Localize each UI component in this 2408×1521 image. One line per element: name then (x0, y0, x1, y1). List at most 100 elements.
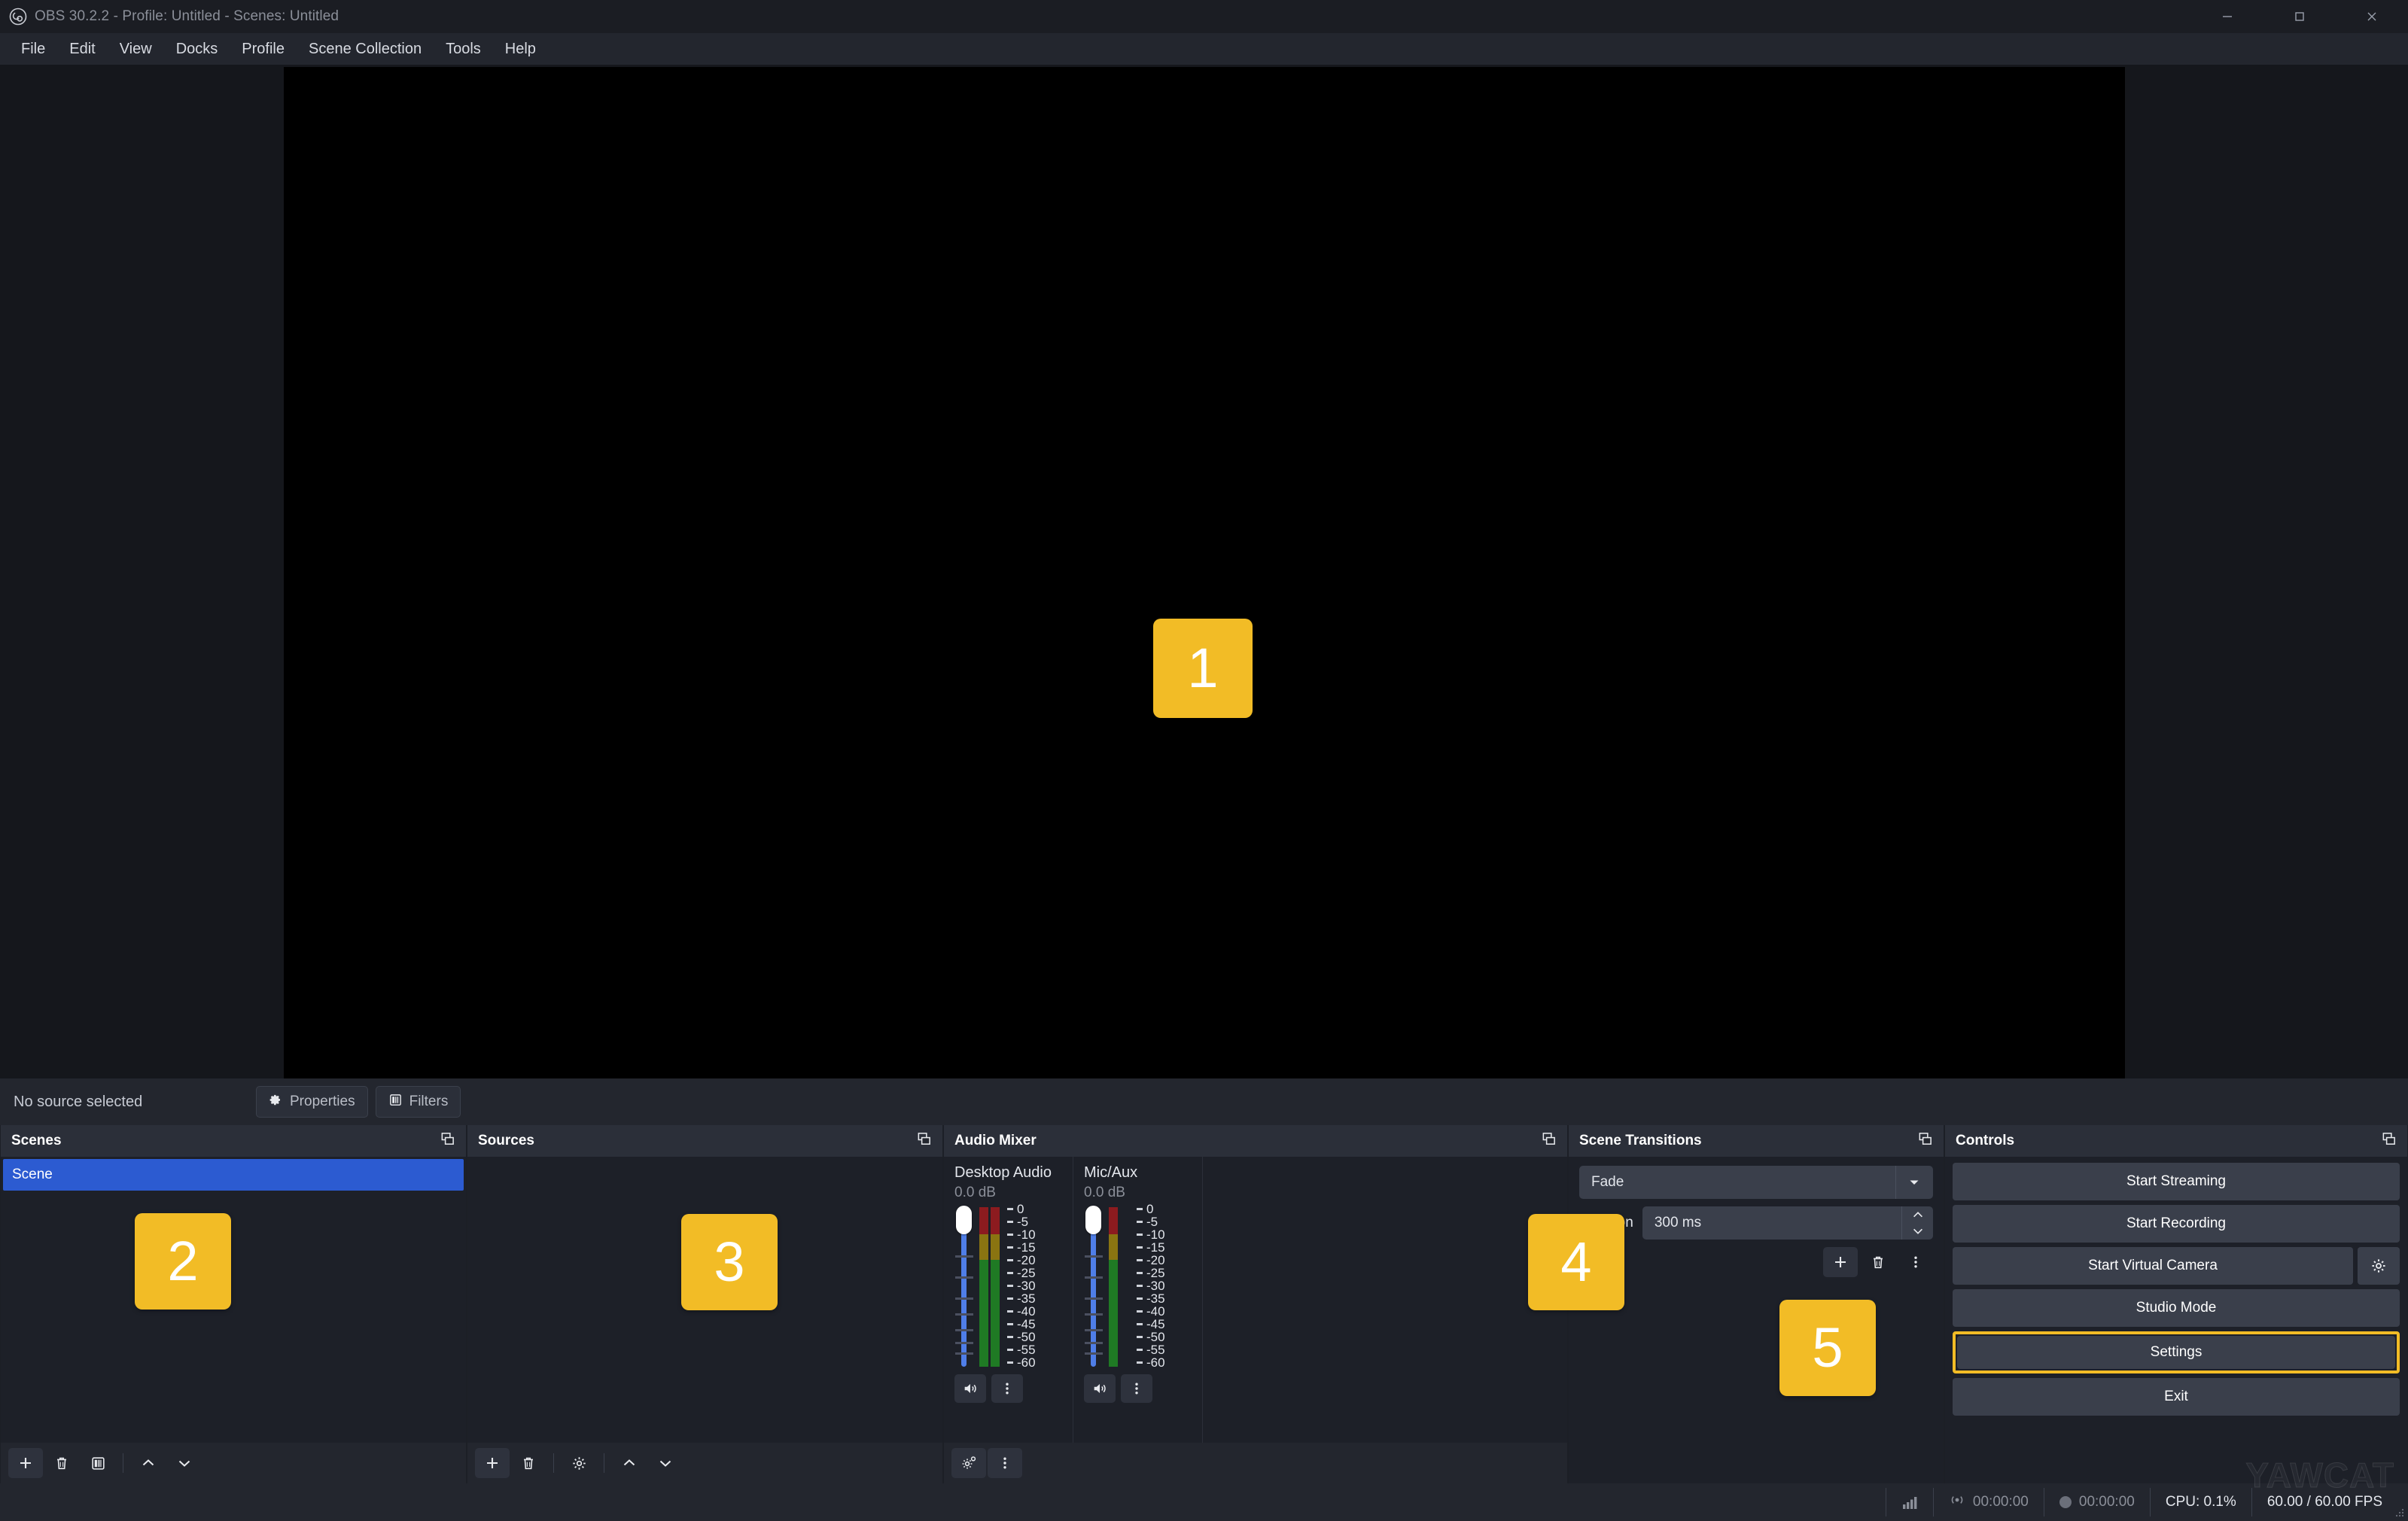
chevron-up-icon[interactable] (1902, 1206, 1933, 1223)
advanced-audio-properties-button[interactable] (951, 1448, 986, 1478)
settings-button[interactable]: Settings (1957, 1336, 2395, 1369)
scenes-dock-header: Scenes (1, 1125, 466, 1157)
chevron-down-icon[interactable] (1895, 1166, 1932, 1199)
audio-mixer-menu-button[interactable] (988, 1448, 1022, 1478)
move-scene-up-button[interactable] (131, 1448, 166, 1478)
vu-meter (1109, 1207, 1130, 1367)
menu-item-edit[interactable]: Edit (59, 35, 105, 63)
dock-row: Scenes Scene 2 Sources 3 Audio Mixer Des… (0, 1125, 2408, 1483)
menu-item-tools[interactable]: Tools (435, 35, 492, 63)
scene-transitions-dock-header: Scene Transitions (1569, 1125, 1944, 1157)
fps-status: 60.00 / 60.00 FPS (2251, 1488, 2397, 1516)
source-strip-buttons: Properties Filters (256, 1086, 461, 1118)
channel-buttons (1084, 1374, 1202, 1403)
volume-fader[interactable] (954, 1206, 974, 1367)
preview-canvas[interactable] (284, 67, 2125, 1101)
channel-buttons (954, 1374, 1073, 1403)
kebab-menu-icon[interactable] (1121, 1374, 1152, 1403)
scenes-list[interactable]: Scene 2 (1, 1157, 466, 1443)
source-properties-button[interactable] (562, 1448, 596, 1478)
source-toolbar-strip: No source selected Properties Filters (0, 1078, 2408, 1125)
transition-menu-button[interactable] (1898, 1247, 1933, 1277)
channel-volume-db: 0.0 dB (1084, 1185, 1125, 1200)
maximize-icon[interactable] (2263, 0, 2336, 33)
studio-mode-button[interactable]: Studio Mode (1953, 1289, 2400, 1327)
exit-button[interactable]: Exit (1953, 1378, 2400, 1416)
window-controls (2191, 0, 2408, 33)
minimize-icon[interactable] (2191, 0, 2263, 33)
start-recording-button[interactable]: Start Recording (1953, 1205, 2400, 1243)
volume-fader[interactable] (1084, 1206, 1104, 1367)
stream-status: 00:00:00 (1932, 1488, 2044, 1516)
vu-scale: 0 -5 -10 -15 -20 -25 -30 -35 -40 -45 -50 (1137, 1203, 1180, 1369)
scenes-dock-title: Scenes (11, 1133, 62, 1148)
start-streaming-button[interactable]: Start Streaming (1953, 1163, 2400, 1200)
fader-handle[interactable] (956, 1206, 972, 1234)
audio-mixer-dock: Audio Mixer Desktop Audio 0.0 dB 0 -5 -1… (944, 1125, 1624, 1483)
scenes-toolbar (1, 1443, 466, 1483)
popout-icon[interactable] (916, 1131, 932, 1151)
kebab-menu-icon[interactable] (991, 1374, 1023, 1403)
controls-dock: Controls Start Streaming Start Recording… (1945, 1125, 2407, 1483)
move-scene-down-button[interactable] (167, 1448, 202, 1478)
popout-icon[interactable] (1917, 1131, 1933, 1151)
move-source-down-button[interactable] (648, 1448, 683, 1478)
properties-button-label: Properties (290, 1094, 355, 1109)
scenes-dock: Scenes Scene 2 (1, 1125, 466, 1483)
channel-name: Mic/Aux (1084, 1164, 1138, 1181)
gear-icon[interactable] (2358, 1247, 2400, 1285)
menu-item-docks[interactable]: Docks (166, 35, 229, 63)
resize-grip-icon[interactable] (2394, 1507, 2405, 1518)
transition-select-value: Fade (1591, 1174, 1624, 1190)
add-transition-button[interactable] (1823, 1247, 1858, 1277)
filters-button[interactable]: Filters (375, 1086, 461, 1118)
start-virtual-camera-button[interactable]: Start Virtual Camera (1953, 1247, 2353, 1285)
scene-list-item[interactable]: Scene (3, 1159, 464, 1191)
menu-item-file[interactable]: File (11, 35, 56, 63)
preview-area[interactable]: 1 (0, 65, 2408, 1101)
properties-button[interactable]: Properties (256, 1086, 368, 1118)
chevron-down-icon[interactable] (1902, 1223, 1933, 1240)
duration-value: 300 ms (1654, 1215, 1702, 1230)
channel-meters: 0 -5 -10 -15 -20 -25 -30 -35 -40 -45 -50 (954, 1203, 1073, 1369)
channel-meters: 0 -5 -10 -15 -20 -25 -30 -35 -40 -45 -50 (1084, 1203, 1202, 1369)
duration-spinbox[interactable]: 300 ms (1642, 1206, 1933, 1240)
audio-mixer-dock-title: Audio Mixer (954, 1133, 1037, 1148)
menu-item-profile[interactable]: Profile (231, 35, 295, 63)
close-icon[interactable] (2336, 0, 2408, 33)
popout-icon[interactable] (440, 1131, 455, 1151)
fader-handle[interactable] (1085, 1206, 1101, 1234)
remove-transition-button[interactable] (1861, 1247, 1895, 1277)
scene-transitions-dock-title: Scene Transitions (1579, 1133, 1702, 1148)
popout-icon[interactable] (1541, 1131, 1557, 1151)
move-source-up-button[interactable] (612, 1448, 647, 1478)
channel-name: Desktop Audio (954, 1164, 1052, 1181)
transition-select[interactable]: Fade (1579, 1166, 1933, 1199)
remove-source-button[interactable] (511, 1448, 546, 1478)
vu-bar-right (991, 1207, 1000, 1367)
menu-item-scene-collection[interactable]: Scene Collection (298, 35, 432, 63)
record-dot-icon (2059, 1496, 2072, 1508)
scene-transitions-tools (1579, 1247, 1933, 1277)
add-source-button[interactable] (475, 1448, 510, 1478)
title-bar-left: OBS 30.2.2 - Profile: Untitled - Scenes:… (0, 8, 339, 26)
scene-filters-button[interactable] (81, 1448, 115, 1478)
record-status: 00:00:00 (2043, 1488, 2150, 1516)
speaker-icon[interactable] (954, 1374, 986, 1403)
remove-scene-button[interactable] (44, 1448, 79, 1478)
annotation-badge-3: 3 (681, 1214, 778, 1310)
vu-bar-left (979, 1207, 988, 1367)
add-scene-button[interactable] (8, 1448, 43, 1478)
cpu-usage: CPU: 0.1% (2149, 1488, 2251, 1516)
toolbar-divider (553, 1453, 554, 1473)
speaker-icon[interactable] (1084, 1374, 1116, 1403)
sources-dock-header: Sources (467, 1125, 942, 1157)
menu-item-help[interactable]: Help (495, 35, 546, 63)
stream-time: 00:00:00 (1972, 1494, 2029, 1510)
sources-list[interactable]: 3 (467, 1157, 942, 1443)
popout-icon[interactable] (2381, 1131, 2397, 1151)
window-title: OBS 30.2.2 - Profile: Untitled - Scenes:… (35, 8, 339, 24)
audio-mixer-dock-header: Audio Mixer (944, 1125, 1567, 1157)
vu-bar-mono (1109, 1207, 1118, 1367)
menu-item-view[interactable]: View (109, 35, 163, 63)
